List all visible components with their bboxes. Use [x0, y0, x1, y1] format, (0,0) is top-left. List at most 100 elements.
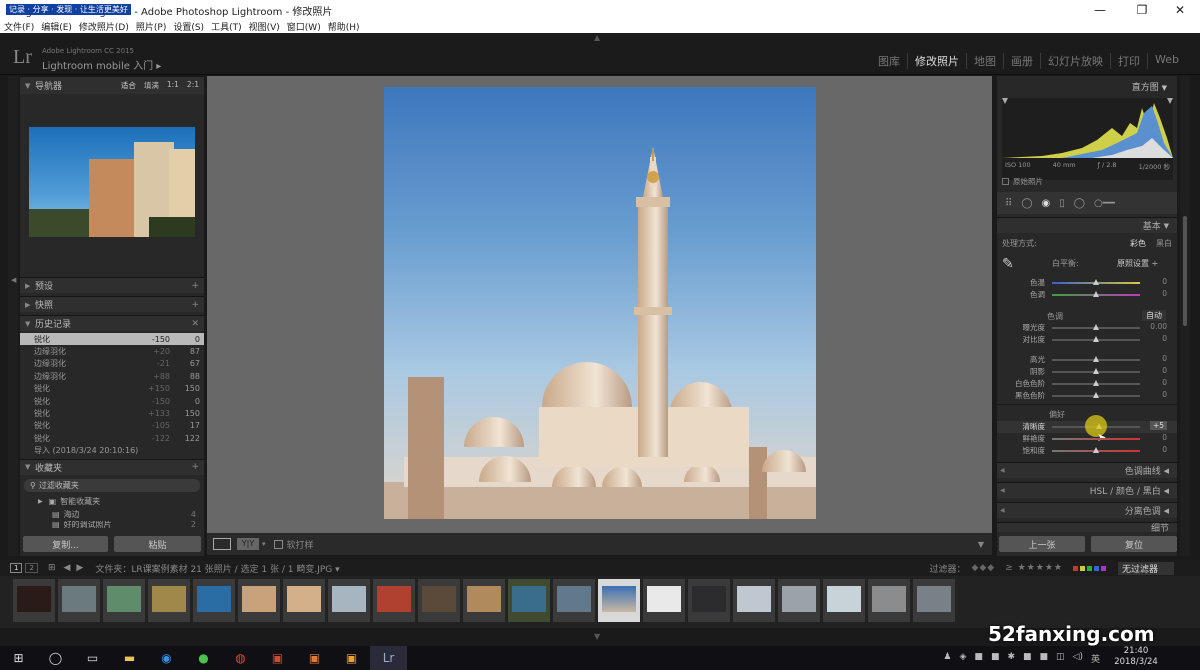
- wb-select[interactable]: 原照设置 ÷: [1117, 258, 1158, 269]
- history-row[interactable]: 锐化 -122 122: [20, 432, 204, 444]
- app-icon[interactable]: ▣: [296, 646, 333, 670]
- network-icon[interactable]: ◫: [1056, 652, 1065, 665]
- reset-button[interactable]: 复位: [1091, 536, 1177, 552]
- panel-toggle-icon[interactable]: ◀: [1000, 487, 1005, 494]
- back-arrow-icon[interactable]: ◀: [63, 563, 70, 573]
- zoom-fit[interactable]: 适合: [121, 80, 136, 91]
- chrome-icon[interactable]: ◍: [222, 646, 259, 670]
- lightroom-taskbar-icon[interactable]: Lr: [370, 646, 407, 670]
- filmstrip-thumb[interactable]: [868, 579, 910, 622]
- histogram-title[interactable]: 直方图 ▼: [1132, 80, 1167, 93]
- menu-file[interactable]: 文件(F): [4, 20, 34, 33]
- tone-curve-header[interactable]: ◀ 色调曲线 ◀: [997, 462, 1177, 478]
- slider-knob[interactable]: [1093, 368, 1099, 374]
- history-row[interactable]: 边缘羽化 +20 87: [20, 345, 204, 357]
- filmstrip-thumb[interactable]: [328, 579, 370, 622]
- slider-knob[interactable]: [1093, 279, 1099, 285]
- history-row[interactable]: 锐化 -105 17: [20, 420, 204, 432]
- add-collection-icon[interactable]: +: [191, 462, 199, 472]
- whites-slider[interactable]: 白色色阶 0: [997, 378, 1177, 390]
- filmstrip-thumb[interactable]: [733, 579, 775, 622]
- module-web[interactable]: Web: [1147, 53, 1186, 69]
- menu-edit[interactable]: 编辑(E): [41, 20, 72, 33]
- search-icon[interactable]: ◯: [37, 646, 74, 670]
- filmstrip-thumb[interactable]: [283, 579, 325, 622]
- presets-header[interactable]: ▶ 预设 +: [20, 277, 204, 293]
- histogram[interactable]: ISO 100 40 mm ƒ / 2.8 1/2000 秒: [1002, 98, 1173, 180]
- treatment-bw[interactable]: 黑白: [1156, 238, 1172, 249]
- shadows-slider[interactable]: 阴影 0: [997, 366, 1177, 378]
- filmstrip-thumb-selected[interactable]: [598, 579, 640, 622]
- page-1-button[interactable]: 1: [10, 563, 23, 573]
- powerpoint-icon[interactable]: ▣: [259, 646, 296, 670]
- slider-knob[interactable]: [1093, 336, 1099, 342]
- photo-canvas[interactable]: [207, 76, 992, 533]
- collapse-left-arrow[interactable]: ◀: [11, 276, 16, 284]
- slider-knob[interactable]: [1093, 291, 1099, 297]
- treatment-color[interactable]: 彩色: [1130, 238, 1146, 249]
- tray-app-icon[interactable]: ■: [1023, 652, 1032, 665]
- chevron-down-icon[interactable]: ▾: [262, 540, 266, 548]
- filmstrip-thumb[interactable]: [418, 579, 460, 622]
- module-develop[interactable]: 修改照片: [907, 53, 966, 69]
- add-preset-icon[interactable]: +: [191, 281, 199, 291]
- saturation-slider[interactable]: 饱和度 0: [997, 445, 1177, 457]
- highlights-slider[interactable]: 高光 0: [997, 354, 1177, 366]
- filmstrip-thumb[interactable]: [778, 579, 820, 622]
- zoom-fill[interactable]: 填满: [144, 80, 159, 91]
- filmstrip-thumb[interactable]: [58, 579, 100, 622]
- previous-button[interactable]: 上一张: [999, 536, 1085, 552]
- slider-value[interactable]: 0: [1162, 366, 1167, 375]
- collection-item[interactable]: ▶ ▣ 智能收藏夹: [20, 495, 204, 508]
- user-icon[interactable]: ♟: [943, 652, 951, 665]
- filmstrip-thumb[interactable]: [463, 579, 505, 622]
- eyedropper-icon[interactable]: ✎: [1002, 256, 1022, 276]
- toolbar-options-icon[interactable]: ▼: [978, 540, 984, 549]
- history-row[interactable]: 锐化 -150 0: [20, 333, 204, 346]
- label-blue[interactable]: [1093, 565, 1099, 571]
- rating-filter[interactable]: ≥ ★★★★★: [1005, 563, 1063, 573]
- app-icon-2[interactable]: ▣: [333, 646, 370, 670]
- crop-icon[interactable]: ⠿: [1005, 198, 1012, 209]
- menu-develop[interactable]: 修改照片(D): [79, 20, 129, 33]
- filmstrip-source[interactable]: 文件夹：LR课案例素材 21 张照片 / 选定 1 张 / 1 畸变.JPG ▾: [95, 562, 339, 575]
- zoom-2-1[interactable]: 2:1: [187, 80, 199, 91]
- brush-icon[interactable]: ○━━: [1094, 198, 1115, 209]
- slider-value[interactable]: 0: [1162, 334, 1167, 343]
- slider-knob[interactable]: [1093, 380, 1099, 386]
- panel-toggle-icon[interactable]: ◀: [1000, 507, 1005, 514]
- tray-app-icon[interactable]: ■: [974, 652, 983, 665]
- maximize-button[interactable]: ❐: [1122, 0, 1162, 20]
- navigator-preview[interactable]: [29, 127, 195, 237]
- module-library[interactable]: 图库: [871, 53, 907, 69]
- graduated-filter-icon[interactable]: ▯: [1059, 198, 1065, 209]
- minimize-button[interactable]: —: [1080, 0, 1120, 20]
- bluetooth-icon[interactable]: ✱: [1007, 652, 1015, 665]
- close-button[interactable]: ✕: [1160, 0, 1200, 20]
- wechat-icon[interactable]: ●: [185, 646, 222, 670]
- add-snapshot-icon[interactable]: +: [191, 300, 199, 310]
- show-original-toggle[interactable]: 原始照片: [1002, 176, 1043, 187]
- redeye-icon[interactable]: ◉: [1042, 198, 1051, 209]
- collapse-top-arrow[interactable]: ▲: [594, 33, 600, 42]
- temp-slider[interactable]: 色温 0: [997, 277, 1177, 289]
- label-green[interactable]: [1086, 565, 1092, 571]
- collection-item[interactable]: ▤ 好的调试照片 2: [20, 521, 204, 529]
- color-label-filter[interactable]: [1072, 565, 1106, 571]
- clear-history-icon[interactable]: ✕: [191, 319, 199, 329]
- history-row[interactable]: 锐化 +133 150: [20, 407, 204, 419]
- paste-button[interactable]: 粘贴: [114, 536, 201, 552]
- slider-value[interactable]: 0: [1162, 277, 1167, 286]
- module-slideshow[interactable]: 幻灯片放映: [1040, 53, 1110, 69]
- menu-view[interactable]: 视图(V): [249, 20, 280, 33]
- slider-knob[interactable]: [1093, 356, 1099, 362]
- taskbar-clock[interactable]: 21:40 2018/3/24: [1106, 646, 1166, 668]
- hsl-header[interactable]: ◀ HSL / 颜色 / 黑白 ◀: [997, 482, 1177, 498]
- right-panel-scrollbar[interactable]: [1180, 76, 1190, 556]
- shield-icon[interactable]: ◈: [960, 652, 967, 665]
- filmstrip-thumb[interactable]: [238, 579, 280, 622]
- page-2-button[interactable]: 2: [25, 563, 38, 573]
- auto-tone-button[interactable]: 自动: [1142, 310, 1166, 321]
- slider-value[interactable]: 0: [1162, 433, 1167, 442]
- menu-settings[interactable]: 设置(S): [173, 20, 204, 33]
